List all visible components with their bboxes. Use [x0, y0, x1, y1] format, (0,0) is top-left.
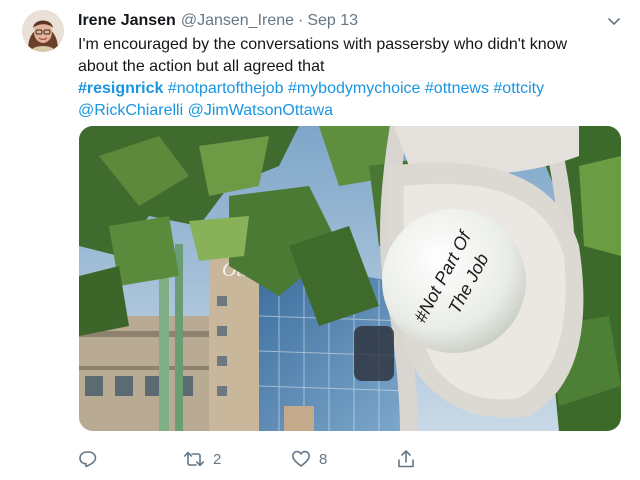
tweet-text-line: I'm encouraged by the conversations with… — [78, 36, 568, 53]
retweet-button[interactable]: 2 — [183, 446, 221, 472]
hashtag-link[interactable]: #ottcity — [493, 80, 544, 97]
hashtag-link[interactable]: #resignrick — [78, 80, 163, 97]
chevron-down-icon[interactable] — [604, 12, 624, 32]
like-button[interactable]: 8 — [291, 446, 327, 472]
reply-button[interactable] — [78, 446, 98, 472]
tweet[interactable]: Irene Jansen @Jansen_Irene · Sep 13 I'm enc… — [0, 0, 640, 480]
avatar[interactable] — [22, 10, 64, 52]
painted-ball — [382, 209, 526, 353]
like-count: 8 — [319, 450, 328, 468]
tweet-text-line: about the action but all agreed that — [78, 58, 325, 75]
tweet-photo[interactable]: Ottawa — [79, 126, 621, 431]
hashtag-link[interactable]: #mybodymychoice — [288, 80, 421, 97]
retweet-icon — [183, 449, 205, 469]
hashtag-link[interactable]: #ottnews — [425, 80, 489, 97]
tweet-header: Irene Jansen @Jansen_Irene · Sep 13 — [78, 10, 358, 32]
mention-line: @RickChiarelli @JimWatsonOttawa — [78, 100, 618, 122]
mention-link[interactable]: @JimWatsonOttawa — [188, 102, 333, 119]
author-handle[interactable]: @Jansen_Irene — [181, 12, 294, 29]
hashtag-line: #resignrick #notpartofthejob #mybodymych… — [78, 78, 618, 100]
share-button[interactable] — [396, 446, 416, 472]
tweet-text: I'm encouraged by the conversations with… — [78, 34, 618, 122]
hashtag-link[interactable]: #notpartofthejob — [168, 80, 284, 97]
header-separator: · — [298, 12, 304, 29]
share-icon — [396, 449, 416, 469]
reply-icon — [78, 449, 98, 469]
retweet-count: 2 — [213, 450, 222, 468]
mention-link[interactable]: @RickChiarelli — [78, 102, 183, 119]
author-name[interactable]: Irene Jansen — [78, 12, 176, 29]
tweet-date[interactable]: Sep 13 — [307, 12, 358, 29]
tweet-actions: 2 8 — [78, 446, 618, 472]
heart-icon — [291, 449, 311, 469]
